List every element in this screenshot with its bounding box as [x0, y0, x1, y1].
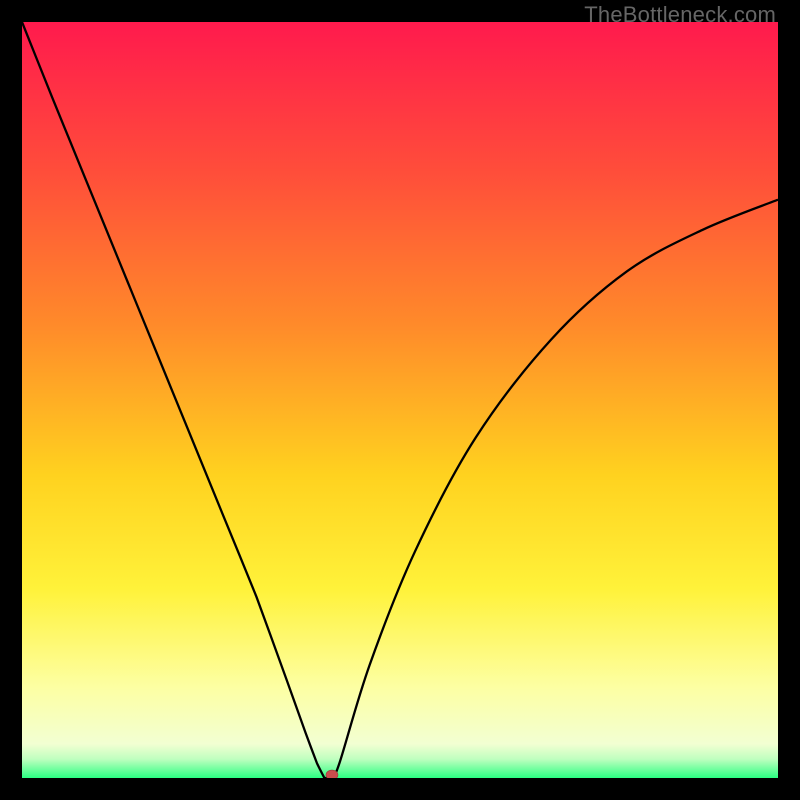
chart-frame: [22, 22, 778, 778]
minimum-marker: [326, 770, 338, 778]
bottleneck-chart: [22, 22, 778, 778]
gradient-background: [22, 22, 778, 778]
